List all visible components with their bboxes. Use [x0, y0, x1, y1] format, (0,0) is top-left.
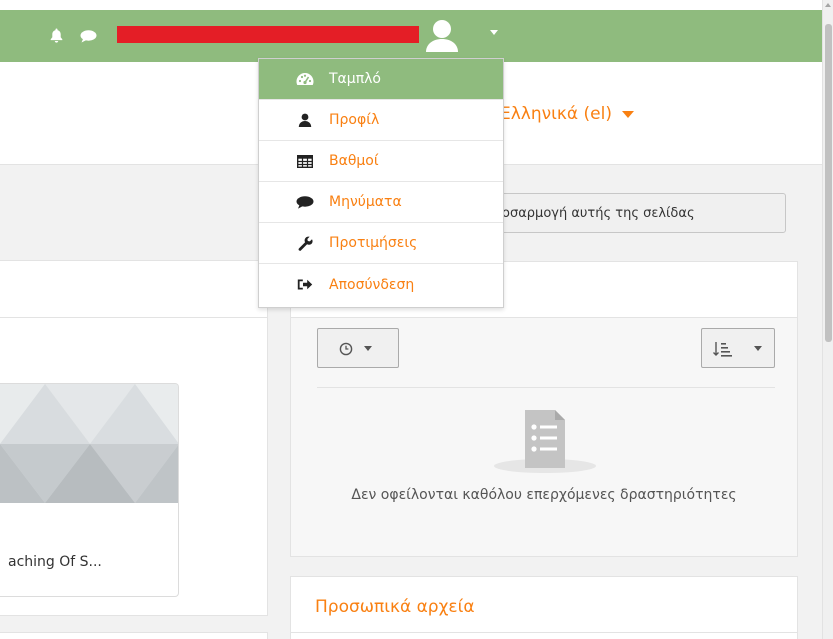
user-menu-item-profile[interactable]: Προφίλ	[259, 100, 503, 141]
user-menu-label: Ταμπλό	[329, 71, 381, 87]
user-menu-label: Προτιμήσεις	[329, 235, 418, 251]
chat-bubble-icon[interactable]	[80, 30, 97, 46]
scrollbar-thumb[interactable]	[825, 24, 832, 342]
customise-page-label: Προσαρμογή αυτής της σελίδας	[484, 206, 695, 221]
wrench-icon	[287, 236, 323, 251]
user-menu-item-grades[interactable]: Βαθμοί	[259, 141, 503, 182]
user-menu-item-messages[interactable]: Μηνύματα	[259, 182, 503, 223]
redacted-username	[117, 26, 419, 43]
timeline-filter-button[interactable]	[317, 328, 399, 368]
sort-amount-icon	[713, 342, 732, 357]
language-caret-icon	[621, 110, 634, 118]
private-files-block: Προσωπικά αρχεία	[290, 576, 798, 639]
page-scrollbar[interactable]	[822, 0, 833, 639]
user-menu-item-preferences[interactable]: Προτιμήσεις	[259, 223, 503, 264]
dashboard-icon	[287, 72, 323, 86]
user-menu-dropdown: Ταμπλό Προφίλ Βαθμοί Μηνύματα Προτιμήσει…	[258, 58, 504, 308]
divider	[317, 387, 775, 388]
bell-icon[interactable]	[50, 28, 63, 46]
timeline-sort-button[interactable]	[701, 328, 775, 368]
user-menu-caret-icon[interactable]	[490, 30, 498, 35]
chevron-down-icon	[364, 346, 372, 351]
scroll-up-arrow-icon[interactable]	[825, 3, 831, 7]
clock-icon	[339, 342, 353, 356]
user-menu-item-logout[interactable]: Αποσύνδεση	[259, 264, 503, 305]
chevron-down-icon	[754, 346, 762, 351]
language-menu[interactable]: Ελληνικά (el)	[500, 104, 634, 124]
user-menu-label: Μηνύματα	[329, 194, 402, 210]
sign-out-icon	[287, 278, 323, 291]
top-navbar	[0, 0, 822, 62]
user-menu-label: Αποσύνδεση	[329, 276, 415, 293]
user-menu-label: Βαθμοί	[329, 153, 379, 169]
course-image[interactable]	[0, 384, 179, 503]
course-block-lower	[0, 632, 268, 639]
timeline-empty-message: Δεν οφείλονται καθόλου επερχόμενες δραστ…	[291, 484, 797, 506]
user-avatar-icon[interactable]	[424, 18, 460, 54]
language-label: Ελληνικά (el)	[500, 104, 612, 124]
user-icon	[287, 113, 323, 127]
divider	[0, 317, 268, 318]
course-card[interactable]: aching Of S...	[0, 383, 179, 597]
user-menu-label: Προφίλ	[329, 112, 380, 128]
user-menu-item-dashboard[interactable]: Ταμπλό	[259, 59, 503, 100]
empty-message-text: Δεν οφείλονται καθόλου επερχόμενες δραστ…	[351, 487, 737, 503]
course-title[interactable]: aching Of S...	[8, 554, 102, 570]
divider	[291, 632, 797, 633]
table-icon	[287, 154, 323, 168]
chat-bubble-icon	[287, 195, 323, 209]
empty-list-icon	[525, 410, 565, 468]
customise-page-button[interactable]: Προσαρμογή αυτής της σελίδας	[476, 193, 786, 233]
private-files-title: Προσωπικά αρχεία	[315, 597, 475, 617]
